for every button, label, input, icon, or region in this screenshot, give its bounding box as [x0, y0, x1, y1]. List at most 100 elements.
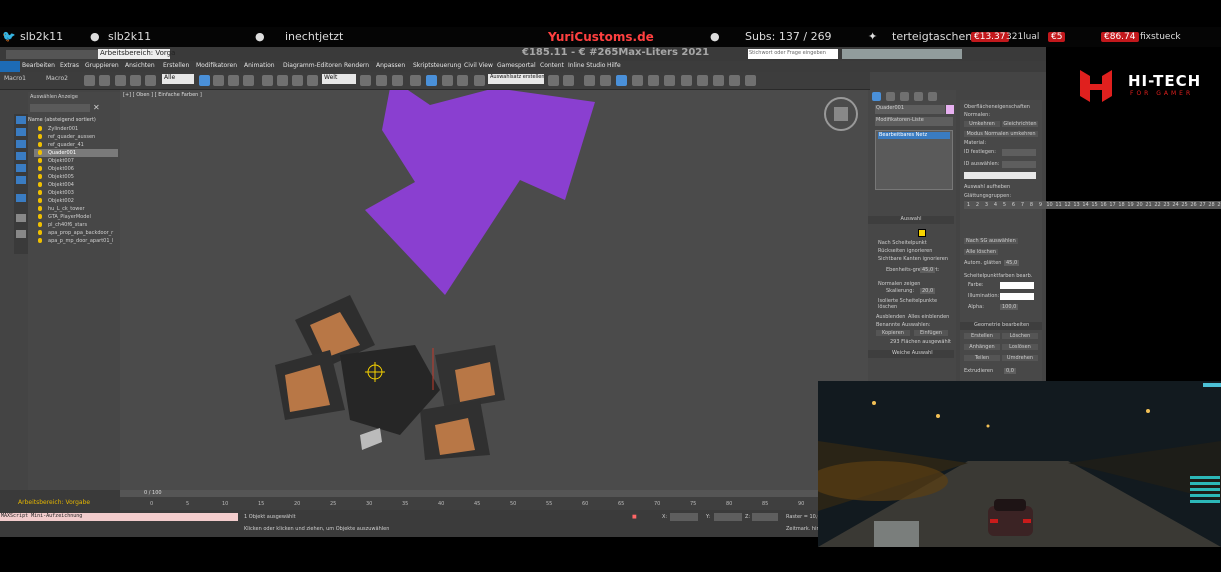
- macro-2-button[interactable]: Macro2: [46, 75, 68, 82]
- quick-access-toolbar[interactable]: [6, 50, 101, 59]
- menu-item-anpassen[interactable]: Anpassen: [376, 62, 405, 69]
- menu-item-ansichten[interactable]: Ansichten: [125, 62, 155, 69]
- scene-list-item[interactable]: hu_L_ck_tower: [34, 205, 118, 213]
- scene-list-item[interactable]: apa_p_mp_door_apart01_l: [34, 237, 118, 245]
- render-setup-icon[interactable]: [681, 75, 692, 86]
- rollout-soft-select[interactable]: Weiche Auswahl: [868, 350, 954, 358]
- tab-display[interactable]: Anzeige: [58, 94, 78, 100]
- smoothing-group-button[interactable]: 4: [991, 201, 1000, 209]
- timeline[interactable]: 0 / 100 0 5 10 15 20 25 30 35 40 45 50 55 60 65 70 75 80…: [120, 490, 840, 510]
- unhide-all-button[interactable]: Alles einblenden: [908, 314, 949, 320]
- scale-icon[interactable]: [292, 75, 303, 86]
- extrude-button[interactable]: Extrudieren: [964, 368, 993, 374]
- set-id-spinner[interactable]: [1002, 149, 1036, 156]
- workspace-tab[interactable]: Arbeitsbereich: Vorga: [98, 49, 175, 59]
- flip-mode-button[interactable]: Modus Normalen umkehren: [964, 131, 1038, 137]
- scene-list-item[interactable]: Objekt006: [34, 165, 118, 173]
- detach-button[interactable]: Loslösen: [1002, 344, 1038, 350]
- layer-explorer-icon[interactable]: [600, 75, 611, 86]
- select-manipulate-icon[interactable]: [376, 75, 387, 86]
- utilities-icon[interactable]: [16, 176, 26, 184]
- redo-icon[interactable]: [99, 75, 110, 86]
- stack-item[interactable]: Bearbeitbares Netz: [878, 132, 950, 139]
- graphite-toolbar-icon[interactable]: [616, 75, 627, 86]
- smoothing-group-button[interactable]: 16: [1099, 201, 1108, 209]
- menu-item-inline-studio[interactable]: Inline Studio: [568, 62, 605, 69]
- select-by-sg-button[interactable]: Nach SG auswählen: [964, 238, 1018, 244]
- menu-item-skript[interactable]: Skriptsteuerung: [413, 62, 461, 69]
- bind-spacewarp-icon[interactable]: [145, 75, 156, 86]
- vertex-colors-rollout[interactable]: Scheitelpunktfarben bearb.: [964, 273, 1032, 279]
- time-slider[interactable]: 0 / 100: [120, 490, 820, 497]
- smoothing-group-button[interactable]: 20: [1135, 201, 1144, 209]
- viewcube-icon[interactable]: [824, 97, 858, 131]
- menu-item-civil-view[interactable]: Civil View: [464, 62, 493, 69]
- smoothing-group-button[interactable]: 13: [1072, 201, 1081, 209]
- by-vertex-checkbox[interactable]: Nach Scheitelpunkt: [878, 240, 927, 246]
- display-tab-icon[interactable]: [928, 92, 937, 101]
- smoothing-group-button[interactable]: 15: [1090, 201, 1099, 209]
- light-bulb-icon[interactable]: [38, 222, 42, 227]
- motion-icon[interactable]: [16, 152, 26, 160]
- app-menu-button[interactable]: [0, 61, 20, 72]
- smoothing-group-button[interactable]: 19: [1126, 201, 1135, 209]
- scene-list-item[interactable]: Objekt003: [34, 189, 118, 197]
- macro-1-button[interactable]: Macro1: [4, 75, 26, 82]
- smoothing-group-button[interactable]: 2: [973, 201, 982, 209]
- copy-button[interactable]: Kopieren: [876, 330, 910, 336]
- selection-filter-select[interactable]: Alle: [162, 74, 194, 84]
- extrude-spinner[interactable]: 0,0: [1004, 368, 1016, 374]
- modify-icon[interactable]: [16, 128, 26, 136]
- scene-list-item[interactable]: apa_prop_apa_backdoor_r: [34, 229, 118, 237]
- named-selection-set-select[interactable]: Auswahlsatz erstellen: [488, 74, 544, 84]
- motion-tab-icon[interactable]: [914, 92, 923, 101]
- light-bulb-icon[interactable]: [38, 238, 42, 243]
- undo-icon[interactable]: [84, 75, 95, 86]
- smoothing-group-button[interactable]: 9: [1036, 201, 1045, 209]
- search-input[interactable]: [30, 104, 90, 112]
- smoothing-group-button[interactable]: 23: [1162, 201, 1171, 209]
- smoothing-group-button[interactable]: 18: [1117, 201, 1126, 209]
- ignore-backfacing-checkbox[interactable]: Rückseiten ignorieren: [878, 248, 932, 254]
- menu-item-rendern[interactable]: Rendern: [344, 62, 369, 69]
- face-mode-icon[interactable]: [918, 229, 926, 237]
- window-crossing-icon[interactable]: [243, 75, 254, 86]
- attach-button[interactable]: Anhängen: [964, 344, 1000, 350]
- rollout-select[interactable]: Auswahl: [868, 216, 954, 224]
- clear-all-button[interactable]: Alle löschen: [964, 249, 999, 255]
- menu-item-animation[interactable]: Animation: [244, 62, 275, 69]
- create-icon[interactable]: [16, 116, 26, 124]
- tab-select[interactable]: Auswählen: [30, 94, 57, 100]
- smoothing-group-button[interactable]: 8: [1027, 201, 1036, 209]
- smoothing-group-button[interactable]: 29: [1216, 201, 1221, 209]
- unlink-icon[interactable]: [130, 75, 141, 86]
- light-bulb-icon[interactable]: [38, 214, 42, 219]
- lock-icon[interactable]: ■: [632, 514, 637, 520]
- menu-item-gruppieren[interactable]: Gruppieren: [85, 62, 119, 69]
- info-center-bar[interactable]: [842, 49, 962, 59]
- x-coord-field[interactable]: [670, 513, 698, 521]
- light-bulb-icon[interactable]: [38, 142, 42, 147]
- smoothing-group-button[interactable]: 17: [1108, 201, 1117, 209]
- unify-button[interactable]: Gleichrichten: [1002, 121, 1038, 127]
- object-name-field[interactable]: Quader001: [875, 105, 945, 114]
- purple-plane-mesh[interactable]: [365, 90, 595, 295]
- place-icon[interactable]: [307, 75, 318, 86]
- divide-button[interactable]: Teilen: [964, 355, 1000, 361]
- object-color-swatch[interactable]: [946, 105, 954, 114]
- flip-button[interactable]: Umkehren: [964, 121, 1000, 127]
- smoothing-group-button[interactable]: 22: [1153, 201, 1162, 209]
- smoothing-group-button[interactable]: 11: [1054, 201, 1063, 209]
- smoothing-group-button[interactable]: 7: [1018, 201, 1027, 209]
- hierarchy-icon[interactable]: [16, 140, 26, 148]
- light-bulb-icon[interactable]: [38, 134, 42, 139]
- scene-list-item[interactable]: Objekt002: [34, 197, 118, 205]
- smoothing-group-button[interactable]: 21: [1144, 201, 1153, 209]
- menu-item-diagramm[interactable]: Diagramm-Editoren: [283, 62, 342, 69]
- y-coord-field[interactable]: [714, 513, 742, 521]
- smoothing-group-button[interactable]: 12: [1063, 201, 1072, 209]
- smoothing-group-button[interactable]: 6: [1009, 201, 1018, 209]
- link-icon[interactable]: [115, 75, 126, 86]
- smoothing-group-button[interactable]: 24: [1171, 201, 1180, 209]
- hide-icon[interactable]: [16, 230, 26, 238]
